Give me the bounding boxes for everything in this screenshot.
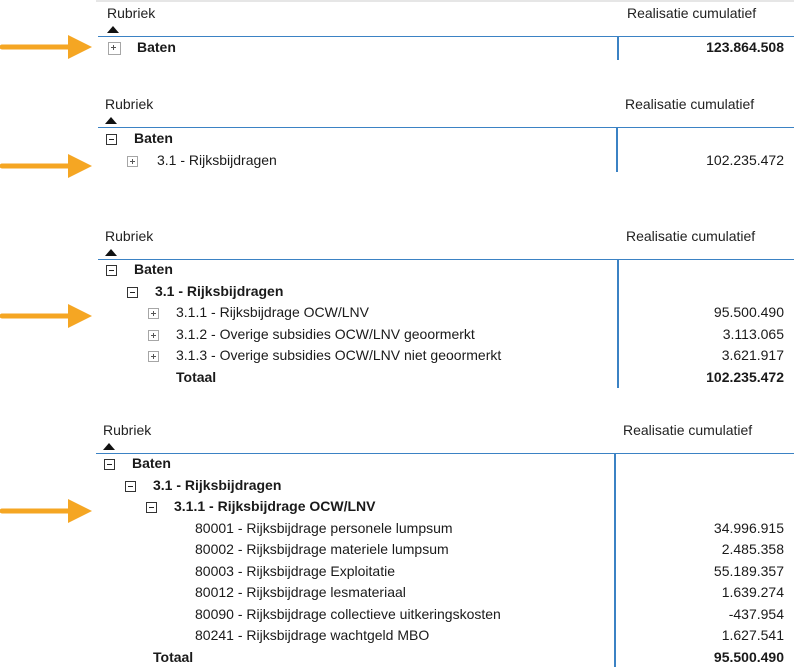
table-row: Totaal 95.500.490 [0,648,794,669]
table-row: 80241 - Rijksbijdrage wachtgeld MBO 1.627… [0,626,794,647]
row-value: 1.639.274 [721,584,784,600]
collapse-minus-icon[interactable] [106,134,117,145]
row-label: 3.1.1 - Rijksbijdrage OCW/LNV [174,498,376,514]
table-row: 80012 - Rijksbijdrage lesmateriaal 1.639.… [0,583,794,604]
row-label: Totaal [176,368,217,385]
header-divider [98,127,794,128]
column-header-realisatie[interactable]: Realisatie cumulatief [623,422,752,438]
table-row: 3.1.3 - Overige subsidies OCW/LNV niet g… [0,346,794,367]
row-value: -437.954 [728,605,784,622]
header-divider [98,36,794,37]
row-value: 3.113.065 [722,325,784,342]
expand-plus-icon[interactable] [148,308,159,319]
row-label: 80001 - Rijksbijdrage personele lumpsum [195,519,453,536]
row-value: 2.485.358 [721,541,784,557]
row-label: 3.1.1 - Rijksbijdrage OCW/LNV [176,304,369,320]
column-header-realisatie[interactable]: Realisatie cumulatief [625,96,754,112]
row-label: 80241 - Rijksbijdrage wachtgeld MBO [195,627,430,643]
row-label: 3.1.3 - Overige subsidies OCW/LNV niet g… [176,347,502,363]
table-row: 3.1.2 - Overige subsidies OCW/LNV geoorm… [0,325,794,346]
row-label: 80012 - Rijksbijdrage lesmateriaal [195,584,406,600]
top-divider [96,0,794,2]
collapse-minus-icon[interactable] [106,265,117,276]
row-label: Baten [134,261,173,277]
table-row: Baten [0,454,794,475]
row-value: 95.500.490 [713,648,784,665]
column-header-realisatie[interactable]: Realisatie cumulatief [627,5,756,21]
expand-plus-icon[interactable] [108,42,121,55]
sort-ascending-icon[interactable] [103,443,115,450]
row-label: Baten [132,455,171,471]
row-label: 3.1 - Rijksbijdragen [155,282,284,299]
expand-plus-icon[interactable] [148,329,159,341]
table-row: 80003 - Rijksbijdrage Exploitatie 55.189.… [0,562,794,583]
row-value: 55.189.357 [713,562,784,579]
column-header-realisatie[interactable]: Realisatie cumulatief [626,228,755,244]
collapse-minus-icon[interactable] [146,502,157,513]
table-row: 3.1.1 - Rijksbijdrage OCW/LNV [0,497,794,518]
row-value: 95.500.490 [713,304,784,320]
table-row: 3.1 - Rijksbijdragen [0,282,794,303]
table-row: 3.1 - Rijksbijdragen [0,476,794,497]
row-label: Baten [134,130,173,146]
row-label: 80002 - Rijksbijdrage materiele lumpsum [195,541,449,557]
row-label: 80090 - Rijksbijdrage collectieve uitker… [195,605,501,622]
row-label: 80003 - Rijksbijdrage Exploitatie [195,562,395,579]
sort-ascending-icon[interactable] [105,249,117,256]
row-value: 102.235.472 [706,151,784,168]
row-value: 123.864.508 [706,39,784,55]
table-row: 3.1.1 - Rijksbijdrage OCW/LNV 95.500.490 [0,303,794,324]
table-row: 80090 - Rijksbijdrage collectieve uitker… [0,605,794,626]
row-label: Totaal [153,648,194,665]
table-row: Totaal 102.235.472 [0,368,794,389]
row-label: 3.1 - Rijksbijdragen [153,476,282,493]
collapse-minus-icon[interactable] [125,480,136,492]
table-row: 3.1 - Rijksbijdragen 102.235.472 [0,151,794,172]
row-label: 3.1 - Rijksbijdragen [157,151,277,168]
table-row: Baten [0,260,794,281]
table-row: 80001 - Rijksbijdrage personele lumpsum 3… [0,519,794,540]
row-label: 3.1.2 - Overige subsidies OCW/LNV geoorm… [176,325,475,342]
row-value: 34.996.915 [713,519,784,536]
sort-ascending-icon[interactable] [107,26,119,33]
column-header-rubriek[interactable]: Rubriek [107,5,155,21]
column-header-rubriek[interactable]: Rubriek [105,228,153,244]
row-label: Baten [137,39,176,55]
sort-ascending-icon[interactable] [105,117,117,124]
row-value: 102.235.472 [706,368,784,385]
table-row: 80002 - Rijksbijdrage materiele lumpsum 2… [0,540,794,561]
column-header-rubriek[interactable]: Rubriek [105,96,153,112]
row-value: 3.621.917 [721,347,784,363]
row-value: 1.627.541 [721,627,784,643]
table-row: Baten 123.864.508 [0,38,794,59]
table-row: Baten [0,129,794,150]
column-header-rubriek[interactable]: Rubriek [103,422,151,438]
collapse-minus-icon[interactable] [104,459,115,470]
expand-plus-icon[interactable] [148,351,159,362]
expand-plus-icon[interactable] [127,155,138,167]
collapse-minus-icon[interactable] [127,286,138,298]
